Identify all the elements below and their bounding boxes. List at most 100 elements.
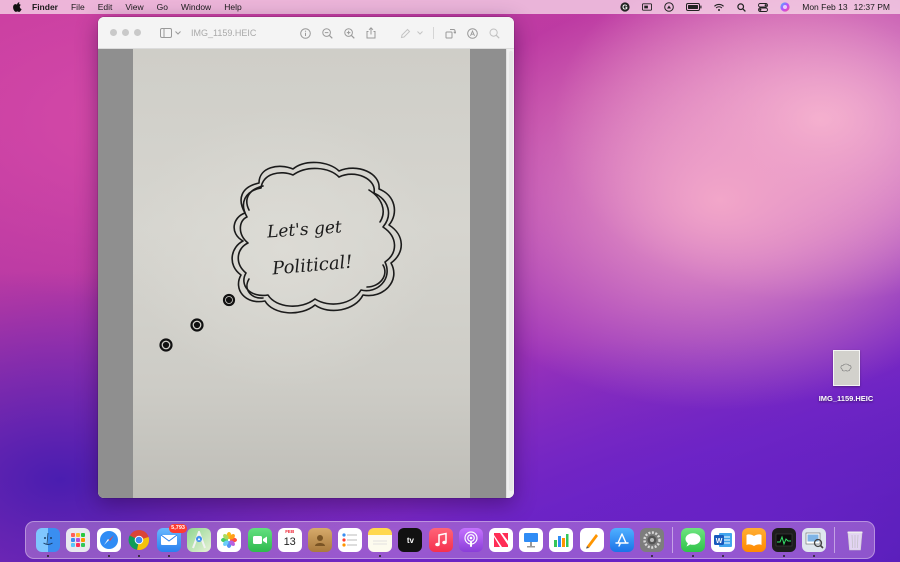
desktop-file-icon[interactable]: IMG_1159.HEIC <box>812 350 880 403</box>
running-indicator <box>137 555 140 557</box>
dock-finder[interactable] <box>36 528 61 557</box>
sidebar-toggle-button[interactable] <box>160 27 181 38</box>
running-indicator <box>650 555 653 557</box>
photo-handwriting-line-2: Political! <box>270 252 353 280</box>
dock-keynote[interactable] <box>519 528 544 552</box>
zoom-in-icon[interactable] <box>343 27 355 39</box>
menu-app-finder[interactable]: Finder <box>32 2 58 12</box>
minimize-button[interactable] <box>122 29 129 36</box>
clock-time: 12:37 PM <box>853 2 890 12</box>
document-canvas[interactable]: Let's get Political! <box>98 49 506 498</box>
window-title: IMG_1159.HEIC <box>191 27 257 38</box>
dock-photos[interactable] <box>217 528 242 552</box>
dock-app-store[interactable] <box>609 528 634 552</box>
dock-trash[interactable] <box>843 528 867 552</box>
reminders-icon <box>342 533 358 547</box>
dock-chrome[interactable] <box>127 528 151 557</box>
dock-podcasts[interactable] <box>458 528 483 552</box>
zoom-out-icon[interactable] <box>321 27 333 39</box>
chevron-down-icon <box>175 30 181 35</box>
rotate-icon[interactable] <box>444 27 456 39</box>
vertical-scrollbar[interactable] <box>506 49 514 498</box>
dock-numbers[interactable] <box>549 528 574 552</box>
close-button[interactable] <box>110 29 117 36</box>
svg-text:G: G <box>623 4 629 11</box>
desktop-file-label: IMG_1159.HEIC <box>818 394 874 403</box>
search-icon[interactable] <box>488 27 500 39</box>
trash-icon <box>847 531 863 551</box>
mail-unread-badge: 5,793 <box>169 524 187 533</box>
running-indicator <box>47 555 50 557</box>
scrollbar-thumb[interactable] <box>509 51 513 491</box>
dock-word[interactable]: W <box>711 528 736 557</box>
sidebar-icon <box>160 27 172 38</box>
annotate-icon[interactable] <box>466 27 478 39</box>
calendar-day: 13 <box>283 536 296 548</box>
dock-launchpad[interactable] <box>66 528 91 552</box>
dock-mail[interactable]: 5,793 <box>156 524 187 557</box>
dock-reminders[interactable] <box>338 528 363 552</box>
dock-maps[interactable] <box>187 528 212 552</box>
window-titlebar[interactable]: IMG_1159.HEIC <box>98 17 514 49</box>
dock-facetime[interactable] <box>247 528 272 552</box>
siri-icon[interactable] <box>780 2 790 12</box>
file-thumbnail <box>832 350 860 386</box>
running-indicator <box>167 555 170 557</box>
safari-icon <box>99 531 118 549</box>
keynote-icon <box>524 533 539 548</box>
maps-icon <box>192 531 207 549</box>
airplay-icon[interactable] <box>664 2 675 12</box>
markup-pen-icon[interactable] <box>399 27 411 39</box>
app-store-icon <box>615 533 629 547</box>
dock-activity-monitor[interactable] <box>771 528 796 557</box>
preview-window: IMG_1159.HEIC Let's get Political! <box>98 17 514 498</box>
dock-books[interactable] <box>741 528 766 552</box>
menu-edit[interactable]: Edit <box>98 2 113 12</box>
menu-file[interactable]: File <box>71 2 85 12</box>
spotlight-search-icon[interactable] <box>736 2 746 12</box>
launchpad-icon <box>71 533 86 547</box>
contacts-icon <box>314 535 325 546</box>
clock-date: Mon Feb 13 <box>802 2 848 12</box>
thought-bubble-dots <box>159 293 236 352</box>
activity-monitor-icon <box>775 533 792 547</box>
share-icon[interactable] <box>365 27 377 39</box>
running-indicator <box>782 555 785 557</box>
dock-calendar[interactable]: FEB 13 <box>277 528 302 552</box>
dock-messages[interactable] <box>681 528 706 557</box>
photos-icon <box>221 532 238 548</box>
dock-divider <box>833 527 835 553</box>
screen-mirror-icon[interactable] <box>642 3 653 12</box>
dock-divider <box>671 527 673 553</box>
dock-contacts[interactable] <box>307 528 332 552</box>
books-icon <box>746 534 761 546</box>
dock-music[interactable] <box>428 528 453 552</box>
toolbar-divider <box>433 27 434 39</box>
grammarly-icon[interactable]: G <box>620 2 630 12</box>
dock-tv[interactable]: tv <box>398 528 423 552</box>
dock-preview[interactable] <box>801 528 826 557</box>
menu-window[interactable]: Window <box>181 2 211 12</box>
calendar-month: FEB <box>285 529 295 534</box>
control-center-icon[interactable] <box>758 2 769 12</box>
menubar-clock[interactable]: Mon Feb 13 12:37 PM <box>802 2 890 12</box>
wifi-icon[interactable] <box>714 3 725 12</box>
running-indicator <box>379 555 382 557</box>
numbers-icon <box>554 534 569 547</box>
menu-go[interactable]: Go <box>157 2 168 12</box>
dock-system-preferences[interactable] <box>639 528 664 557</box>
dock-pages[interactable] <box>579 528 604 552</box>
dock-notes[interactable] <box>368 528 393 557</box>
svg-text:W: W <box>716 538 723 545</box>
dock-safari[interactable] <box>96 528 121 557</box>
zoom-button[interactable] <box>134 29 141 36</box>
apple-menu-icon[interactable] <box>10 2 24 12</box>
photo-handwriting-line-1: Let's get <box>265 217 342 242</box>
battery-icon[interactable] <box>686 3 702 12</box>
info-icon[interactable] <box>299 27 311 39</box>
menu-help[interactable]: Help <box>224 2 241 12</box>
menu-view[interactable]: View <box>125 2 143 12</box>
dock-news[interactable] <box>489 528 513 552</box>
chevron-down-icon <box>417 31 423 35</box>
messages-icon <box>685 533 701 547</box>
